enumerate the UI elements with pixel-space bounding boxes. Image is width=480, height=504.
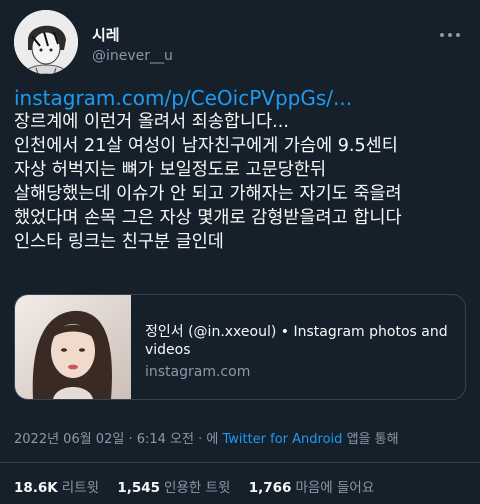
link-preview-text: 정인서 (@in.xxeoul) • Instagram photos and …	[145, 323, 455, 381]
tweet-link[interactable]: instagram.com/p/CeOicPVppGs/...	[14, 86, 470, 110]
source-app-suffix: 앱을 통해	[346, 432, 399, 447]
quotes-label: 인용한 트윗	[164, 480, 231, 496]
link-preview-image	[15, 295, 131, 399]
likes-label: 마음에 들어요	[295, 480, 375, 496]
more-options-icon[interactable]	[438, 22, 462, 37]
tweet-line: 인스타 링크는 친구분 글인데	[14, 232, 224, 252]
retweets-count: 18.6K	[14, 480, 58, 496]
quotes-count: 1,545	[117, 480, 161, 496]
retweets-stat[interactable]: 18.6K 리트윗	[14, 480, 99, 496]
retweets-label: 리트윗	[61, 480, 100, 496]
avatar[interactable]	[14, 10, 78, 74]
tweet-line: 살해당했는데 이슈가 안 되고 가해자는 자기도 죽을려	[14, 184, 402, 204]
source-app-link[interactable]: Twitter for Android	[222, 432, 342, 447]
tweet-line: 자상 허벅지는 뼈가 보일정도로 고문당한뒤	[14, 160, 327, 180]
likes-count: 1,766	[248, 480, 292, 496]
link-preview-card[interactable]: 정인서 (@in.xxeoul) • Instagram photos and …	[14, 294, 466, 400]
quotes-stat[interactable]: 1,545 인용한 트윗	[117, 480, 230, 496]
author-handle[interactable]: @inever__u	[92, 48, 173, 64]
likes-stat[interactable]: 1,766 마음에 들어요	[249, 480, 375, 496]
divider	[0, 462, 480, 463]
tweet-stats: 18.6K 리트윗 1,545 인용한 트윗 1,766 마음에 들어요	[14, 476, 388, 496]
author-display-name[interactable]: 시레	[92, 24, 120, 45]
tweet-header: 시레 @inever__u	[14, 10, 466, 74]
tweet-body: instagram.com/p/CeOicPVppGs/... 장르계에 이런거…	[14, 86, 470, 254]
tweet-timestamp[interactable]: 2022년 06월 02일 · 6:14 오전 · 에	[14, 432, 218, 447]
link-preview-title: 정인서 (@in.xxeoul) • Instagram photos and …	[145, 324, 448, 358]
avatar-illustration-icon	[14, 10, 78, 74]
link-preview-domain: instagram.com	[145, 364, 251, 380]
tweet-meta: 2022년 06월 02일 · 6:14 오전 · 에 Twitter for …	[14, 428, 399, 447]
tweet-line: 장르계에 이런거 올려서 죄송합니다...	[14, 112, 289, 132]
tweet-line: 인천에서 21살 여성이 남자친구에게 가슴에 9.5센티	[14, 136, 398, 156]
portrait-photo-icon	[15, 295, 131, 399]
tweet-line: 했었다며 손목 그은 자상 몇개로 감형받을려고 합니다	[14, 208, 402, 228]
